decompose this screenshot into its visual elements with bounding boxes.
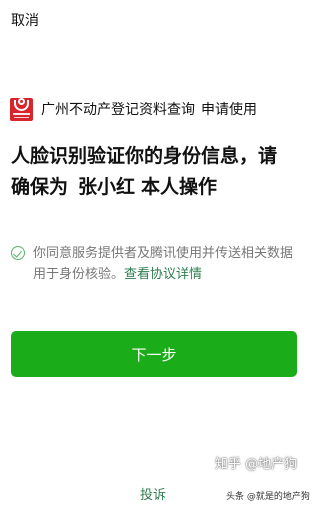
cancel-button[interactable]: 取消 bbox=[11, 10, 39, 30]
toutiao-watermark: 头条 @就是的地产狗 bbox=[226, 489, 310, 502]
headline-line-1: 人脸识别验证你的身份信息，请 bbox=[11, 145, 278, 167]
headline-prefix: 确保为 bbox=[11, 176, 69, 198]
check-circle-icon[interactable] bbox=[11, 246, 25, 260]
agreement-details-link[interactable]: 查看协议详情 bbox=[124, 267, 202, 282]
consent-text: 你同意服务提供者及腾讯使用并传送相关数据用于身份核验。查看协议详情 bbox=[33, 243, 305, 285]
complain-link[interactable]: 投诉 bbox=[140, 484, 166, 503]
zhihu-watermark: 知乎 @地产狗 bbox=[215, 457, 298, 472]
headline-line-2: 确保为 张小红 本人操作 bbox=[11, 172, 303, 203]
app-info-row: 广州不动产登记资料查询 申请使用 bbox=[10, 97, 305, 121]
consent-row: 你同意服务提供者及腾讯使用并传送相关数据用于身份核验。查看协议详情 bbox=[11, 243, 306, 285]
verification-headline: 人脸识别验证你的身份信息，请 确保为 张小红 本人操作 bbox=[11, 141, 303, 203]
headline-suffix: 本人操作 bbox=[141, 176, 218, 198]
next-button[interactable]: 下一步 bbox=[11, 331, 297, 377]
apply-label: 申请使用 bbox=[201, 102, 257, 118]
app-name: 广州不动产登记资料查询 bbox=[41, 102, 195, 118]
person-name: 张小红 bbox=[78, 176, 136, 198]
guangzhou-property-logo-icon bbox=[10, 97, 33, 121]
top-bar: 取消 bbox=[0, 0, 312, 40]
